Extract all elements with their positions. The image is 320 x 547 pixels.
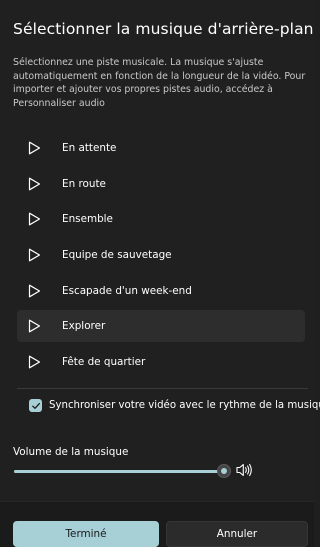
track-item[interactable]: Escapade d'un week-end bbox=[17, 275, 305, 307]
play-icon[interactable] bbox=[17, 275, 53, 307]
track-item[interactable]: En route bbox=[17, 168, 305, 200]
cancel-button[interactable]: Annuler bbox=[166, 521, 308, 547]
track-label: Explorer bbox=[62, 320, 106, 333]
sync-to-beat-checkbox-row[interactable]: Synchroniser votre vidéo avec le rythme … bbox=[29, 399, 320, 412]
play-icon[interactable] bbox=[17, 168, 53, 200]
done-button[interactable]: Terminé bbox=[13, 521, 159, 547]
section-divider bbox=[17, 388, 308, 389]
sync-checkbox[interactable] bbox=[29, 399, 42, 412]
track-label: Ensemble bbox=[62, 213, 113, 226]
play-icon[interactable] bbox=[17, 239, 53, 271]
background-music-dialog: Sélectionner la musique d'arrière-plan S… bbox=[0, 0, 320, 547]
volume-slider[interactable] bbox=[14, 461, 231, 481]
checkmark-icon bbox=[31, 402, 40, 409]
play-icon[interactable] bbox=[17, 132, 53, 164]
track-label: Equipe de sauvetage bbox=[62, 249, 172, 262]
play-icon[interactable] bbox=[17, 346, 53, 378]
track-item[interactable]: Fête de quartier bbox=[17, 346, 305, 378]
sync-label: Synchroniser votre vidéo avec le rythme … bbox=[49, 400, 320, 411]
track-item[interactable]: En attente bbox=[17, 132, 305, 164]
play-icon[interactable] bbox=[17, 310, 53, 342]
track-label: En route bbox=[62, 177, 106, 190]
track-item[interactable]: Equipe de sauvetage bbox=[17, 239, 305, 271]
track-list: En attente En route Ensemble Equipe de s… bbox=[17, 132, 305, 382]
dialog-title: Sélectionner la musique d'arrière-plan bbox=[13, 20, 314, 38]
volume-slider-fill bbox=[14, 470, 224, 473]
volume-slider-thumb[interactable] bbox=[217, 464, 231, 478]
track-item[interactable]: Ensemble bbox=[17, 203, 305, 235]
speaker-volume-icon[interactable] bbox=[235, 462, 253, 478]
dialog-description: Sélectionnez une piste musicale. La musi… bbox=[13, 57, 306, 109]
track-item-selected[interactable]: Explorer bbox=[17, 310, 305, 343]
track-label: Fête de quartier bbox=[62, 356, 146, 369]
track-label: En attente bbox=[62, 142, 117, 154]
volume-label: Volume de la musique bbox=[13, 446, 129, 458]
track-label: Escapade d'un week-end bbox=[62, 284, 192, 297]
play-icon[interactable] bbox=[17, 203, 53, 235]
dialog-footer: Terminé Annuler bbox=[0, 501, 314, 547]
